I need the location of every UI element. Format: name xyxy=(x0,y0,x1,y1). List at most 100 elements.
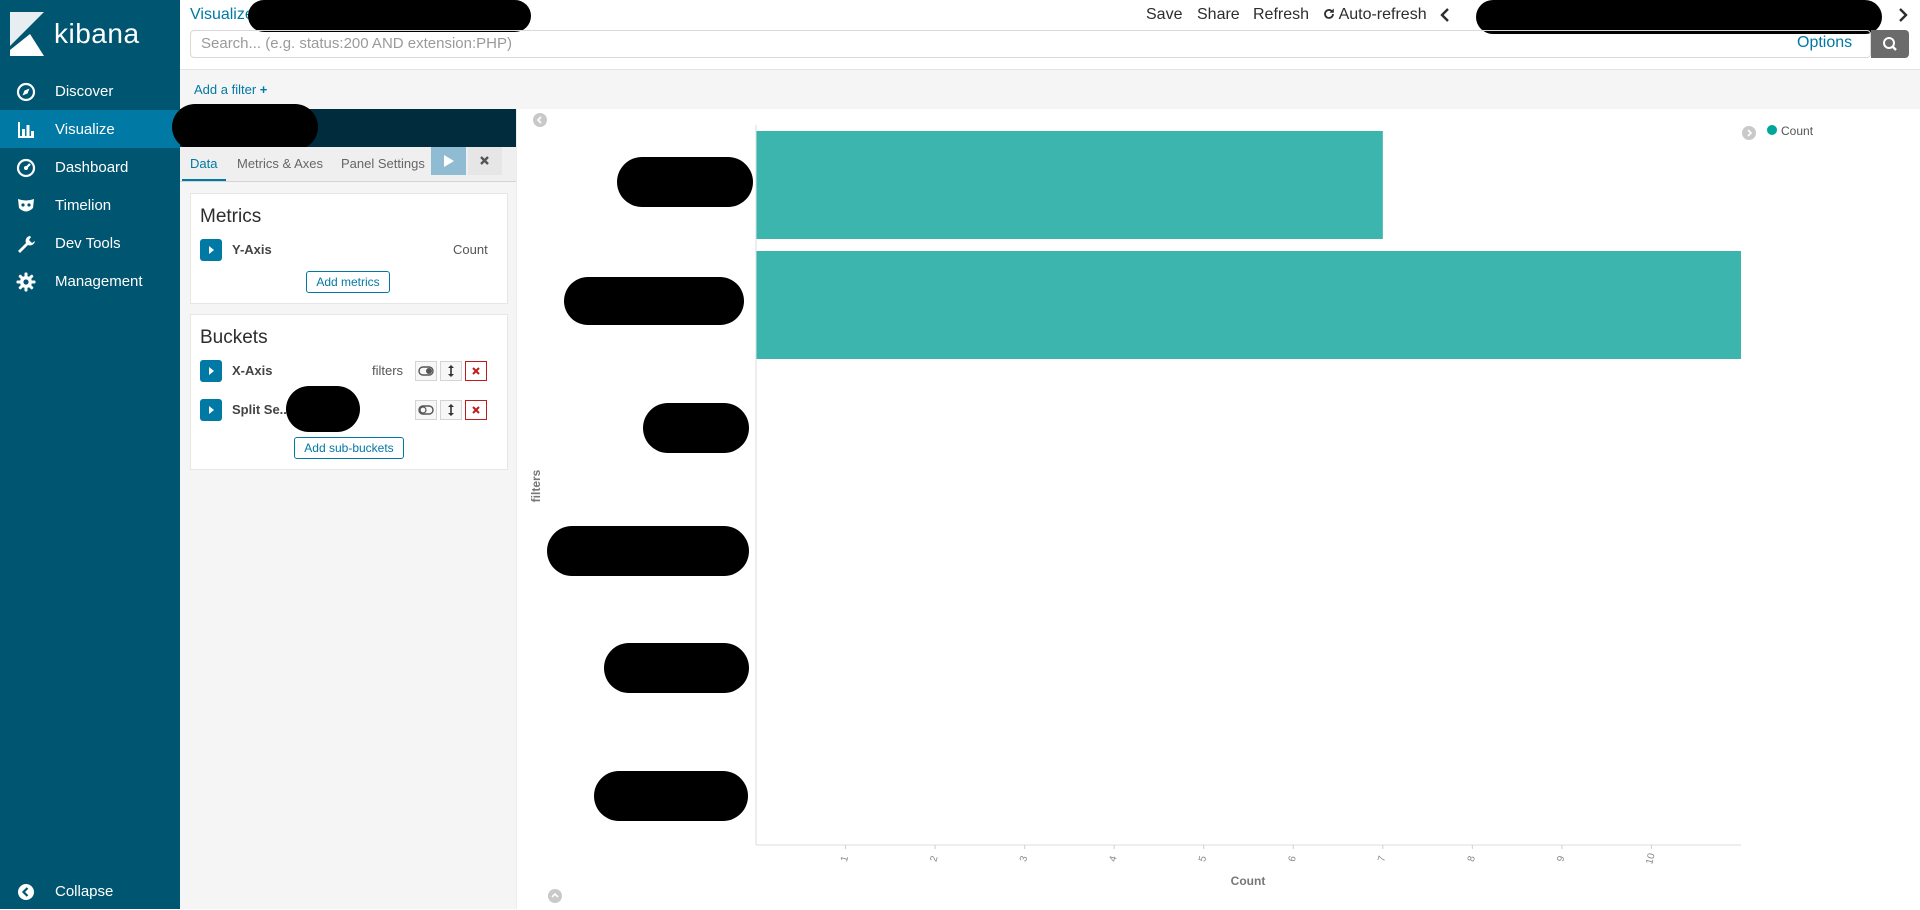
legend-item-count[interactable]: Count xyxy=(1781,124,1813,138)
bar-0[interactable] xyxy=(756,131,1383,239)
chevron-right-icon[interactable] xyxy=(1898,8,1908,22)
x-tick-label: 5 xyxy=(1197,854,1209,863)
chevron-up-icon xyxy=(551,892,559,898)
toggle-on-icon xyxy=(418,366,434,376)
caret-right-icon xyxy=(209,367,214,375)
chevron-right-icon xyxy=(1747,129,1753,137)
x-axis-expand-toggle[interactable] xyxy=(200,360,222,382)
save-button[interactable]: Save xyxy=(1146,6,1182,24)
redacted-region xyxy=(564,277,744,325)
refresh-icon xyxy=(1324,8,1334,19)
sidebar-item-management[interactable]: Management xyxy=(0,262,180,300)
mask-icon xyxy=(18,199,34,212)
split-series-reorder-handle[interactable] xyxy=(440,400,462,420)
redacted-region xyxy=(1476,0,1882,34)
redacted-region xyxy=(604,643,749,693)
compass-icon xyxy=(16,82,36,102)
sidebar-item-timelion[interactable]: Timelion xyxy=(0,186,180,224)
gear-icon xyxy=(16,272,36,292)
chevron-left-icon[interactable] xyxy=(1440,8,1450,22)
legend-toggle-button[interactable] xyxy=(1742,126,1756,140)
sidebar-item-visualize[interactable]: Visualize xyxy=(0,110,180,148)
close-icon xyxy=(480,156,489,165)
sidebar-item-dev-tools[interactable]: Dev Tools xyxy=(0,224,180,262)
close-icon xyxy=(472,367,480,375)
discard-changes-button[interactable] xyxy=(468,147,502,175)
y-axis-label: Y-Axis xyxy=(232,242,272,257)
x-axis-reorder-handle[interactable] xyxy=(440,361,462,381)
x-axis-remove-button[interactable] xyxy=(465,361,487,381)
sidebar-item-dashboard[interactable]: Dashboard xyxy=(0,148,180,186)
split-series-enable-toggle[interactable] xyxy=(415,400,437,420)
auto-refresh-button[interactable]: Auto-refresh xyxy=(1323,6,1427,24)
toggle-off-icon xyxy=(418,405,434,415)
bar-1[interactable] xyxy=(756,251,1741,359)
sidebar-item-label: Timelion xyxy=(55,197,112,214)
bars xyxy=(756,131,1741,359)
add-filter-label: Add a filter xyxy=(194,82,257,97)
share-button[interactable]: Share xyxy=(1197,6,1240,24)
x-tick-label: 3 xyxy=(1018,854,1030,863)
play-icon xyxy=(444,155,454,167)
legend-swatch xyxy=(1767,125,1777,135)
split-series-label: Split Se... xyxy=(232,402,291,417)
search-bar xyxy=(190,30,1871,58)
redacted-region xyxy=(286,386,360,432)
redacted-region xyxy=(547,526,749,576)
split-series-remove-button[interactable] xyxy=(465,400,487,420)
x-tick-label: 2 xyxy=(929,854,941,863)
collapse-bottom-icon[interactable] xyxy=(548,889,562,903)
kibana-logo-icon[interactable] xyxy=(10,12,44,56)
sort-arrows-icon xyxy=(448,365,454,377)
filter-bar: Add a filter + xyxy=(180,69,1920,111)
redacted-region xyxy=(643,403,749,453)
refresh-button[interactable]: Refresh xyxy=(1253,6,1309,24)
sidebar-collapse-button[interactable]: Collapse xyxy=(0,872,180,910)
search-icon xyxy=(1883,37,1897,51)
buckets-title: Buckets xyxy=(200,327,268,348)
options-link[interactable]: Options xyxy=(1797,34,1852,52)
x-tick-label: 1 xyxy=(839,854,851,863)
redacted-region xyxy=(594,771,748,821)
tab-metrics-axes[interactable]: Metrics & Axes xyxy=(237,156,323,171)
x-tick-label: 8 xyxy=(1466,854,1478,863)
x-axis-enable-toggle[interactable] xyxy=(415,361,437,381)
logo-text[interactable]: kibana xyxy=(54,18,140,50)
x-tick-label: 9 xyxy=(1555,854,1567,863)
x-tick-label: 4 xyxy=(1108,854,1120,863)
active-tab-underline xyxy=(182,179,226,181)
gauge-icon xyxy=(16,158,36,178)
sidebar-item-label: Dashboard xyxy=(55,159,129,176)
apply-changes-button[interactable] xyxy=(431,147,466,175)
sidebar-item-label: Dev Tools xyxy=(55,235,121,252)
add-filter-button[interactable]: Add a filter + xyxy=(194,82,267,97)
breadcrumb[interactable]: Visualize xyxy=(190,6,254,24)
x-axis-label: X-Axis xyxy=(232,363,273,378)
sidebar: kibana Discover Visualize Dashboard Time… xyxy=(0,0,180,909)
redacted-region xyxy=(172,104,318,150)
redacted-region xyxy=(617,157,753,207)
caret-right-icon xyxy=(209,406,214,414)
add-sub-buckets-button[interactable]: Add sub-buckets xyxy=(294,437,404,459)
x-tick-label: 10 xyxy=(1644,852,1658,866)
tab-panel-settings[interactable]: Panel Settings xyxy=(341,156,425,171)
collapse-label: Collapse xyxy=(55,883,114,900)
sidebar-item-label: Management xyxy=(55,273,143,290)
sidebar-item-discover[interactable]: Discover xyxy=(0,72,180,110)
add-metrics-button[interactable]: Add metrics xyxy=(306,271,390,293)
collapse-top-icon[interactable] xyxy=(533,113,547,127)
tab-data[interactable]: Data xyxy=(190,156,217,171)
x-tick-label: 6 xyxy=(1287,854,1299,863)
x-tick-label: 7 xyxy=(1376,854,1388,863)
sort-arrows-icon xyxy=(448,404,454,416)
y-axis-value: Count xyxy=(453,242,488,257)
chevron-left-icon xyxy=(536,116,542,124)
search-button[interactable] xyxy=(1871,30,1909,58)
split-series-expand-toggle[interactable] xyxy=(200,399,222,421)
sidebar-item-label: Visualize xyxy=(55,121,115,138)
y-axis-expand-toggle[interactable] xyxy=(200,239,222,261)
sidebar-item-label: Discover xyxy=(55,83,114,100)
y-axis-title: filters xyxy=(529,469,543,502)
search-input[interactable] xyxy=(201,35,1701,52)
x-axis-value: filters xyxy=(372,363,404,378)
